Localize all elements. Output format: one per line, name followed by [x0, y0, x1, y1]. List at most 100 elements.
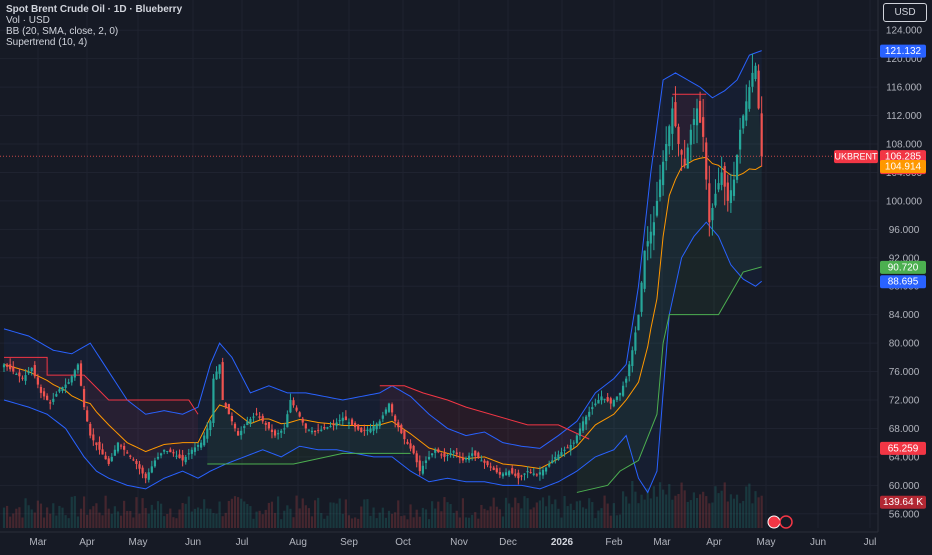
candle-body [726, 182, 729, 201]
volume-bar [354, 517, 357, 528]
candle-body [147, 472, 150, 480]
volume-bar [73, 496, 76, 528]
candle-body [754, 65, 757, 80]
volume-bar [301, 498, 304, 528]
volume-bar [729, 494, 732, 528]
candle-body [116, 442, 120, 452]
candle-body [107, 458, 110, 464]
candle-body [532, 473, 535, 475]
x-tick-label: Apr [79, 537, 95, 548]
candle-body [403, 430, 406, 440]
x-tick-label: Nov [450, 537, 468, 548]
volume-bar [698, 494, 702, 528]
x-tick-label: Dec [499, 537, 517, 548]
volume-bar [196, 507, 200, 528]
candle-body [233, 423, 237, 429]
candle-body [760, 113, 763, 157]
candlestick-chart[interactable]: 124.000120.000116.000112.000108.000104.0… [0, 0, 932, 550]
symbol-title[interactable]: Spot Brent Crude Oil · 1D · Blueberry [6, 4, 182, 15]
volume-bar [104, 495, 107, 528]
y-tick-label: 80.000 [889, 339, 920, 350]
volume-bar [532, 507, 535, 528]
volume-bar [42, 517, 46, 528]
volume-bar [760, 495, 763, 528]
volume-bar [677, 493, 680, 528]
candle-body [9, 364, 12, 370]
volume-bar [18, 507, 21, 528]
volume-bar [144, 508, 147, 528]
candle-body [212, 378, 215, 423]
candle-body [298, 412, 301, 417]
volume-bar [273, 512, 277, 528]
candle-body [190, 449, 193, 454]
volume-bar [708, 503, 711, 528]
volume-bar [24, 498, 27, 528]
volume-bar [101, 515, 104, 528]
volume-bar [723, 482, 726, 528]
volume-bar [720, 490, 723, 528]
volume-bar [116, 511, 120, 528]
candle-body [292, 400, 295, 406]
y-tick-label: 116.000 [886, 83, 922, 94]
indicator-bollinger[interactable]: BB (20, SMA, close, 2, 0) [6, 26, 182, 37]
candle-body [637, 314, 640, 331]
volume-bar [640, 494, 643, 528]
candle-body [360, 427, 363, 432]
volume-bar [49, 513, 52, 528]
volume-bar [181, 503, 184, 528]
candle-body [723, 166, 726, 187]
x-tick-label: Jul [864, 537, 877, 548]
volume-bar [754, 491, 757, 528]
volume-bar [732, 498, 736, 528]
candle-body [286, 414, 289, 428]
volume-bar [215, 513, 218, 528]
volume-bar [434, 508, 437, 528]
candle-body [215, 371, 218, 380]
volume-bar [200, 508, 203, 528]
candle-body [366, 429, 369, 431]
candle-body [283, 428, 286, 430]
candle-body [363, 429, 366, 431]
x-tick-label: Mar [653, 537, 671, 548]
x-tick-label: Jul [236, 537, 249, 548]
candle-body [187, 453, 190, 455]
volume-bar [625, 496, 628, 528]
volume-bar [668, 484, 671, 528]
y-tick-label: 112.000 [886, 111, 922, 122]
volume-bar [326, 515, 329, 528]
volume-bar [748, 483, 751, 528]
volume-bar [323, 518, 326, 528]
volume-bar [252, 518, 255, 528]
volume-bar [230, 498, 234, 528]
volume-bar [486, 510, 489, 528]
volume-bar [628, 503, 631, 528]
candle-body [295, 407, 298, 411]
candle-body [652, 222, 655, 236]
volume-bar [39, 503, 43, 528]
volume-bar [110, 513, 113, 528]
chart-area[interactable]: 124.000120.000116.000112.000108.000104.0… [0, 0, 932, 550]
indicator-supertrend[interactable]: Supertrend (10, 4) [6, 37, 182, 48]
currency-button[interactable]: USD [883, 3, 927, 22]
price-label-text: 104.914 [885, 161, 922, 172]
volume-bar [563, 496, 566, 528]
candle-body [634, 332, 637, 351]
candle-body [55, 394, 58, 397]
volume-bar [634, 491, 637, 528]
volume-bar [270, 501, 274, 528]
indicator-volume[interactable]: Vol · USD [6, 15, 182, 26]
candle-body [5, 364, 9, 367]
volume-bar [735, 494, 739, 528]
volume-bar [5, 505, 9, 528]
candle-body [101, 449, 104, 455]
volume-bar [711, 502, 714, 528]
volume-bar [86, 514, 89, 528]
volume-bar [347, 515, 351, 528]
candle-body [236, 431, 240, 436]
volume-bar [618, 514, 622, 528]
candle-body [732, 179, 736, 196]
volume-bar [255, 511, 258, 528]
candle-body [372, 426, 375, 431]
candle-body [270, 429, 274, 432]
volume-bar [206, 508, 209, 528]
